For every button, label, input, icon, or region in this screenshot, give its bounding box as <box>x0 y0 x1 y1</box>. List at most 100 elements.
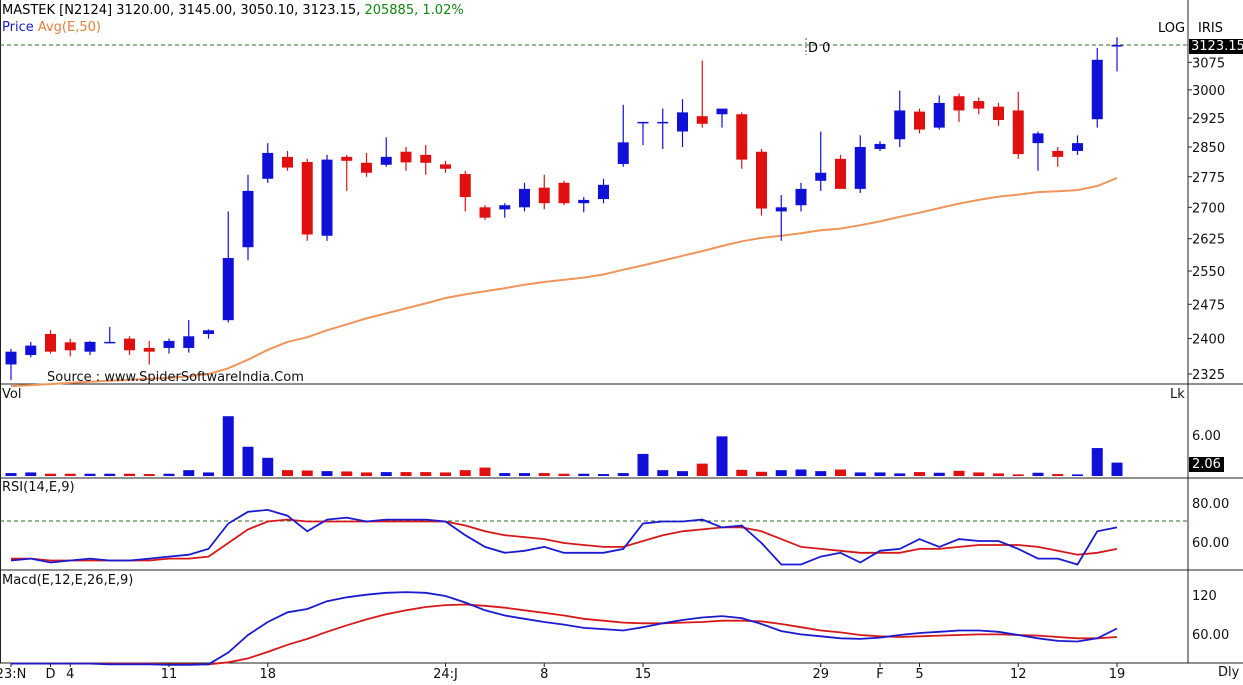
high-price: 3145.00 <box>178 3 233 18</box>
volume-bar <box>835 469 846 476</box>
candle <box>242 174 254 261</box>
candle-body <box>1091 59 1103 120</box>
volume-bar <box>993 473 1004 476</box>
volume-bar <box>874 472 886 476</box>
candle-body <box>64 342 76 351</box>
volume-bar <box>775 470 787 476</box>
volume-bar <box>499 473 511 476</box>
candle-body <box>45 333 56 352</box>
candle <box>1052 147 1064 167</box>
rsi-tick-80: 80.00 <box>1192 497 1230 512</box>
volume-bar <box>143 474 155 476</box>
volume-panel-label: Vol <box>2 387 22 402</box>
close-price: 3123.15 <box>302 3 357 18</box>
candle-body <box>1052 150 1064 157</box>
candle-body <box>84 341 96 352</box>
candle-body <box>815 172 827 181</box>
price-tick-label: 2700 <box>1192 201 1225 216</box>
candle-body <box>578 199 590 204</box>
date-tick-label: D <box>45 667 55 682</box>
volume-bar <box>183 470 195 476</box>
volume-bar <box>953 470 965 476</box>
candle-body <box>321 159 333 236</box>
volume-bar <box>1111 462 1123 476</box>
candle <box>321 154 333 241</box>
ema50-layer <box>10 177 1118 388</box>
candle <box>598 178 609 204</box>
volume-bar <box>301 470 313 476</box>
candle-body <box>538 187 550 204</box>
volume-value: 205885 <box>364 3 415 18</box>
legend: Price Avg(E,50) <box>2 20 101 35</box>
price-tick-label: 3075 <box>1192 56 1225 71</box>
volume-bar <box>104 473 116 476</box>
timeframe-label[interactable]: Dly <box>1218 665 1239 680</box>
volume-bar <box>262 457 274 476</box>
volume-bar <box>1052 474 1064 476</box>
volume-bar <box>64 473 76 476</box>
volume-bar <box>716 436 728 476</box>
candle-body <box>183 336 195 348</box>
candle-body <box>420 154 432 163</box>
volume-bar <box>84 473 96 476</box>
candle <box>163 338 175 354</box>
volume-bar <box>578 473 590 476</box>
candle <box>677 99 688 148</box>
candle <box>25 341 37 358</box>
candle <box>1111 37 1123 72</box>
volume-bar <box>933 472 945 476</box>
date-tick-label: 15 <box>635 667 652 682</box>
candle <box>45 330 56 354</box>
open-price: 3120.00 <box>116 3 171 18</box>
candle <box>696 60 708 128</box>
candle <box>400 147 412 171</box>
candle-body <box>657 121 669 124</box>
candle-body <box>25 345 37 355</box>
ema50-line <box>10 177 1118 388</box>
candle <box>499 203 511 218</box>
candle <box>1032 131 1044 171</box>
volume-bar <box>321 471 333 476</box>
candle-body <box>479 207 491 218</box>
volume-bar <box>973 472 985 476</box>
price-legend: Price <box>2 20 34 35</box>
candle <box>558 180 570 206</box>
quote-header: MASTEK [N2124] 3120.00, 3145.00, 3050.10… <box>2 3 464 18</box>
volume-bar <box>361 472 372 476</box>
macd-panel-label: Macd(E,12,E,26,E,9) <box>2 573 134 588</box>
iris-label: IRIS <box>1198 21 1223 36</box>
volume-bar <box>815 471 827 476</box>
date-tick-label: 23:N <box>0 667 26 682</box>
candle <box>973 97 985 115</box>
candle <box>143 340 155 365</box>
candle <box>1072 135 1083 155</box>
volume-bar <box>558 473 570 476</box>
candle <box>380 137 392 167</box>
volume-bar <box>696 463 708 476</box>
price-tick-label: 2550 <box>1192 265 1225 280</box>
candle-body <box>953 96 965 111</box>
candle <box>459 170 471 212</box>
macd-tick-120: 120 <box>1192 589 1217 604</box>
candle <box>203 329 214 339</box>
candle <box>479 205 491 220</box>
candle <box>894 90 906 148</box>
candle <box>420 145 432 175</box>
candle-body <box>282 156 293 168</box>
candle-body <box>914 111 925 130</box>
candle <box>538 174 550 210</box>
candle-body <box>874 143 886 149</box>
volume-bar <box>282 470 293 476</box>
candle-body <box>775 207 787 212</box>
candle <box>262 143 274 183</box>
volume-bar <box>1091 448 1103 476</box>
log-scale-toggle[interactable]: LOG <box>1158 21 1185 36</box>
candle <box>183 320 195 353</box>
volume-bar <box>1032 472 1044 476</box>
volume-bar <box>598 474 609 476</box>
candle <box>301 158 313 241</box>
candle-body <box>262 152 274 179</box>
date-tick-label: 12 <box>1010 667 1027 682</box>
candle-body <box>993 106 1004 120</box>
candle-body <box>973 101 985 109</box>
